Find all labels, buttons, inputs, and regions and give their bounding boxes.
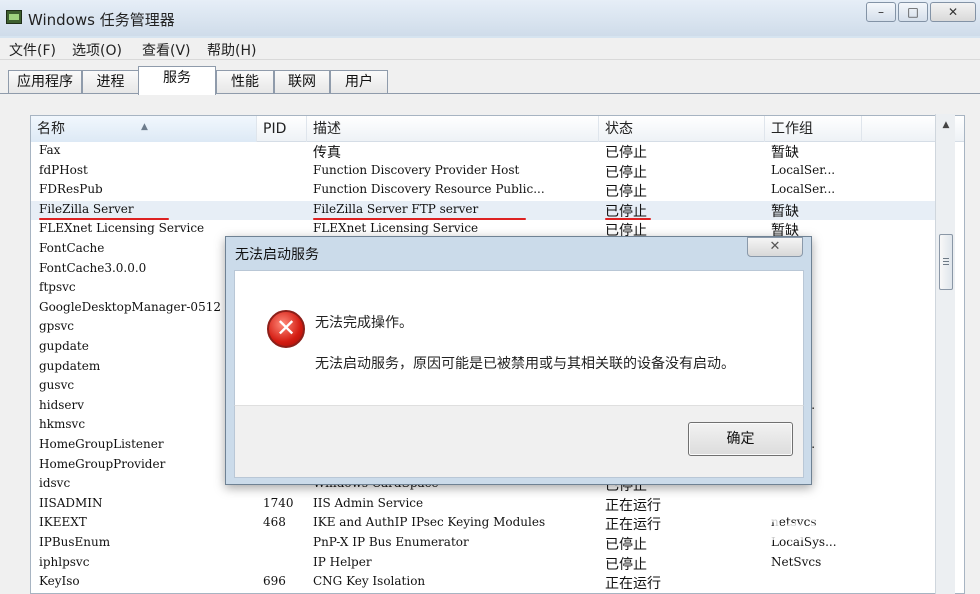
task-manager-icon	[6, 10, 22, 24]
table-row[interactable]: KeyIso 696 CNG Key Isolation 正在运行	[31, 573, 936, 593]
cell-name: Fax	[39, 143, 61, 157]
menu-view[interactable]: 查看(V)	[142, 40, 191, 60]
close-button[interactable]: ✕	[930, 2, 976, 22]
grip-line	[943, 261, 949, 262]
cell-description: IP Helper	[313, 554, 372, 569]
table-row[interactable]: fdPHost Function Discovery Provider Host 已…	[31, 162, 936, 182]
column-header-name[interactable]: ▲ 名称	[31, 116, 257, 142]
cell-group: 暂缺	[771, 203, 799, 220]
sort-ascending-icon: ▲	[141, 122, 148, 132]
watermark: Baidu经验 jingyan.baidu.com	[760, 505, 930, 559]
title-bar: Windows 任务管理器 – □ ✕	[0, 0, 980, 36]
ok-button[interactable]: 确定	[688, 422, 793, 456]
cell-name: IKEEXT	[39, 515, 87, 530]
cell-status: 已停止	[605, 164, 647, 181]
cell-description: FileZilla Server FTP server	[313, 201, 479, 216]
cell-name: FileZilla Server	[39, 201, 134, 216]
tab-performance[interactable]: 性能	[216, 70, 274, 94]
table-row[interactable]: Fax 传真 已停止 暂缺	[31, 142, 936, 162]
cell-status: 已停止	[605, 184, 647, 201]
cell-pid: 1740	[263, 495, 294, 510]
table-row[interactable]: FileZilla Server FileZilla Server FTP ser…	[31, 200, 936, 221]
cell-status: 已停止	[605, 145, 647, 161]
error-icon: ✕	[267, 310, 305, 348]
tab-processes[interactable]: 进程	[82, 70, 139, 94]
cell-pid: 696	[263, 574, 286, 589]
cell-name: iphlpsvc	[39, 554, 90, 569]
column-header-status[interactable]: 状态	[599, 116, 765, 142]
tab-applications[interactable]: 应用程序	[8, 70, 82, 94]
error-dialog: 无法启动服务 ✕ ✕ 无法完成操作。 无法启动服务，原因可能是已被禁用或与其相关…	[225, 236, 812, 485]
menu-help[interactable]: 帮助(H)	[207, 40, 256, 60]
cell-name: IISADMIN	[39, 495, 103, 510]
cell-group: LocalSer...	[771, 182, 836, 197]
scroll-up-arrow-icon[interactable]: ▲	[939, 118, 953, 132]
task-manager-window: Windows 任务管理器 – □ ✕ 文件(F) 选项(O) 查看(V) 帮助…	[0, 0, 980, 594]
cell-name: FLEXnet Licensing Service	[39, 221, 205, 236]
menu-options[interactable]: 选项(O)	[72, 40, 122, 60]
cell-status: 正在运行	[605, 517, 661, 534]
grip-line	[943, 264, 949, 265]
list-header: ▲ 名称 PID 描述 状态 工作组	[31, 116, 964, 142]
cell-group: LocalSer...	[771, 162, 836, 177]
dialog-title: 无法启动服务	[235, 247, 319, 263]
watermark-main: Baidu经验	[760, 513, 931, 548]
column-header-group[interactable]: 工作组	[765, 116, 862, 142]
tab-strip: 应用程序 进程 服务 性能 联网 用户	[0, 60, 980, 95]
cell-name: IPBusEnum	[39, 535, 111, 549]
cell-pid: 468	[263, 515, 286, 530]
cell-status: 已停止	[605, 537, 647, 553]
tab-services[interactable]: 服务	[138, 66, 216, 95]
table-row[interactable]: FDResPub Function Discovery Resource Publ…	[31, 181, 936, 201]
vertical-scrollbar[interactable]: ▲	[935, 114, 955, 594]
error-x-glyph: ✕	[275, 314, 297, 342]
cell-name: FDResPub	[39, 182, 103, 197]
cell-description: Function Discovery Resource Public...	[313, 182, 545, 197]
cell-description: Function Discovery Provider Host	[313, 162, 520, 177]
cell-description: CNG Key Isolation	[313, 574, 426, 589]
minimize-button[interactable]: –	[866, 2, 896, 22]
menu-bar: 文件(F) 选项(O) 查看(V) 帮助(H)	[0, 38, 980, 60]
cell-name: fdPHost	[39, 162, 88, 177]
cell-description: PnP-X IP Bus Enumerator	[313, 535, 469, 549]
cell-description: FLEXnet Licensing Service	[313, 221, 479, 236]
dialog-close-button[interactable]: ✕	[747, 237, 803, 257]
tab-networking[interactable]: 联网	[274, 70, 330, 94]
maximize-button[interactable]: □	[898, 2, 928, 22]
cell-status: 已停止	[605, 556, 647, 573]
cell-description: 传真	[313, 145, 341, 161]
tab-users[interactable]: 用户	[330, 70, 388, 94]
grip-line	[943, 258, 949, 259]
column-header-description[interactable]: 描述	[307, 116, 599, 142]
cell-status: 正在运行	[605, 576, 661, 593]
menu-file[interactable]: 文件(F)	[9, 40, 56, 60]
dialog-footer: 确定	[234, 405, 804, 478]
cell-description: IIS Admin Service	[313, 495, 424, 510]
cell-description: IKE and AuthIP IPsec Keying Modules	[313, 515, 546, 530]
dialog-message-primary: 无法完成操作。	[315, 315, 413, 331]
cell-status: 正在运行	[605, 497, 661, 514]
cell-group: 暂缺	[771, 145, 799, 161]
cell-name: KeyIso	[39, 574, 80, 589]
window-title: Windows 任务管理器	[28, 11, 175, 29]
column-header-pid[interactable]: PID	[257, 116, 307, 142]
scrollbar-thumb[interactable]	[939, 234, 953, 290]
dialog-body: ✕ 无法完成操作。 无法启动服务，原因可能是已被禁用或与其相关联的设备没有启动。	[234, 270, 804, 405]
dialog-message-secondary: 无法启动服务，原因可能是已被禁用或与其相关联的设备没有启动。	[315, 356, 735, 372]
